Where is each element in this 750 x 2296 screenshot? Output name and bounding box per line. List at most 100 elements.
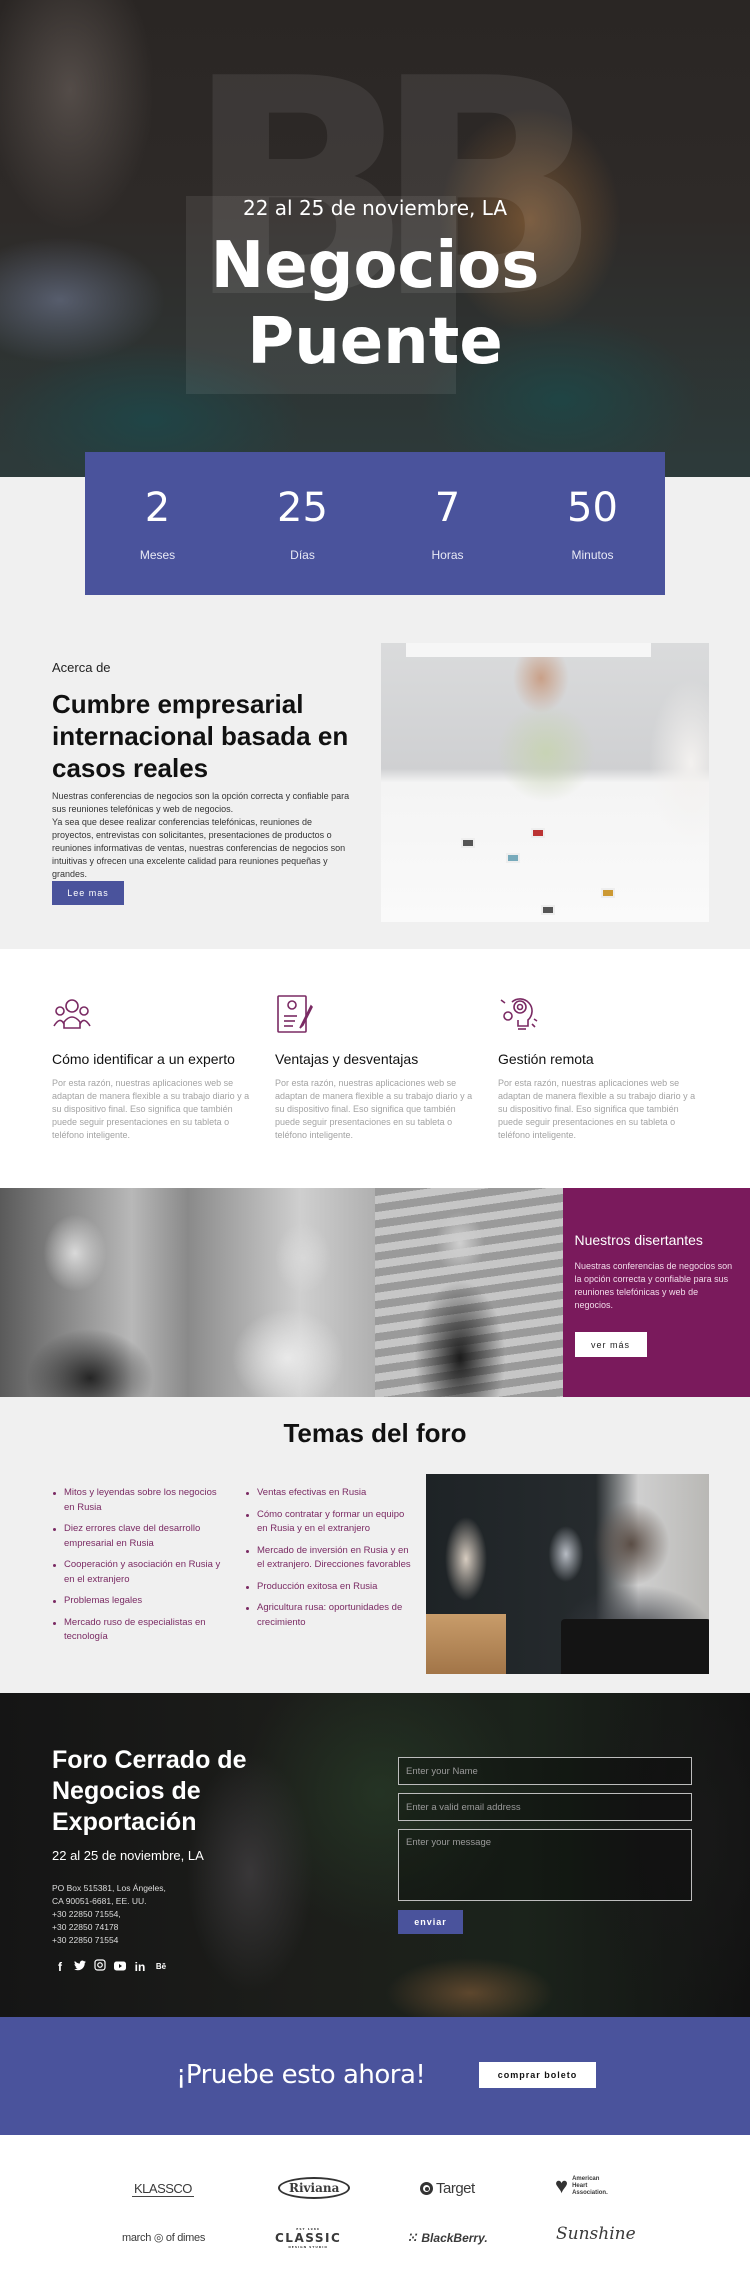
topic-item: Ventas efectivas en Rusia xyxy=(245,1486,415,1501)
topic-item: Problemas legales xyxy=(52,1594,222,1609)
logo-march-of-dimes: march ◎ of dimes xyxy=(122,2232,206,2244)
hero-title-line1: Negocios xyxy=(210,229,540,303)
feature-text: Por esta razón, nuestras aplicaciones we… xyxy=(52,1078,250,1140)
phone-line: +30 22850 74178 xyxy=(52,1922,119,1932)
topics-list-left: Mitos y leyendas sobre los negocios en R… xyxy=(52,1486,222,1652)
countdown-label: Horas xyxy=(431,548,464,562)
email-input[interactable] xyxy=(398,1793,692,1821)
speakers-title: Nuestros disertantes xyxy=(574,1232,703,1248)
countdown-months: 2 Meses xyxy=(85,452,230,595)
logo-riviana: Riviana xyxy=(278,2177,351,2199)
heart-icon: ♥ xyxy=(555,2173,569,2198)
photo-card xyxy=(541,905,555,915)
cta-text: ¡Pruebe esto ahora! xyxy=(176,2060,426,2090)
hero-title: Negocios Puente xyxy=(0,228,750,380)
topics-title: Temas del foro xyxy=(283,1418,467,1448)
topic-item: Mercado de inversión en Rusia y en el ex… xyxy=(245,1544,415,1573)
countdown-value: 25 xyxy=(277,485,328,531)
feature-card: Cómo identificar a un experto Por esta r… xyxy=(52,994,252,1142)
logo-sunshine: Sunshine xyxy=(556,2224,636,2244)
youtube-icon[interactable] xyxy=(114,1960,126,1974)
facebook-icon[interactable]: f xyxy=(54,1960,66,1974)
phone-line: +30 22850 71554 xyxy=(52,1935,119,1945)
countdown-label: Meses xyxy=(139,548,176,562)
topic-item: Producción exitosa en Rusia xyxy=(245,1580,415,1595)
behance-icon[interactable]: Bē xyxy=(154,1962,168,1971)
about-kicker: Acerca de xyxy=(52,660,111,675)
instagram-icon[interactable] xyxy=(94,1959,106,1974)
topic-item: Mitos y leyendas sobre los negocios en R… xyxy=(52,1486,222,1515)
logo-aha-line: Heart xyxy=(572,2182,588,2189)
name-input[interactable] xyxy=(398,1757,692,1785)
resume-icon xyxy=(277,995,313,1033)
photo-card xyxy=(506,853,520,863)
address-line: PO Box 515381, Los Ángeles, xyxy=(52,1883,166,1893)
linkedin-icon[interactable]: in xyxy=(134,1960,146,1974)
twitter-icon[interactable] xyxy=(74,1960,86,1974)
speakers-text: Nuestras conferencias de negocios son la… xyxy=(574,1261,733,1310)
logo-klassco: KLASSCO xyxy=(132,2181,194,2197)
about-text: Nuestras conferencias de negocios son la… xyxy=(52,790,352,881)
feature-title: Gestión remota xyxy=(498,1051,594,1067)
about-title: Cumbre empresarial internacional basada … xyxy=(52,689,349,783)
logo-classic-text: CLASSIC xyxy=(275,2231,342,2245)
feature-text: Por esta razón, nuestras aplicaciones we… xyxy=(275,1078,473,1140)
speaker-photo xyxy=(0,1188,188,1397)
message-input[interactable] xyxy=(398,1829,692,1901)
logo-aha-line: Association. xyxy=(572,2189,608,2196)
logo-classic: EST 1986 CLASSIC DESIGN STUDIO xyxy=(275,2227,341,2249)
contact-title: Foro Cerrado de Negocios de Exportación xyxy=(52,1746,247,1836)
about-photo-meeting xyxy=(381,643,709,922)
send-button[interactable]: enviar xyxy=(398,1910,463,1934)
buy-ticket-button[interactable]: comprar boleto xyxy=(479,2062,596,2088)
photo-whiteboard xyxy=(406,643,651,657)
speakers-section: Nuestros disertantes Nuestras conferenci… xyxy=(0,1188,750,1397)
topic-item: Cómo contratar y formar un equipo en Rus… xyxy=(245,1508,415,1537)
contact-date: 22 al 25 de noviembre, LA xyxy=(52,1848,204,1863)
logo-blackberry: ⁙ BlackBerry. xyxy=(408,2231,488,2245)
topics-photo-presentation xyxy=(426,1474,709,1674)
logo-target-text: Target xyxy=(436,2180,475,2197)
hero-date: 22 al 25 de noviembre, LA xyxy=(242,196,507,220)
countdown-value: 7 xyxy=(434,485,461,531)
speakers-panel: Nuestros disertantes Nuestras conferenci… xyxy=(562,1188,750,1397)
speaker-photo xyxy=(375,1188,563,1397)
feature-title: Ventajas y desventajas xyxy=(275,1051,419,1067)
countdown-minutes: 50 Minutos xyxy=(520,452,665,595)
about-paragraph: Ya sea que desee realizar conferencias t… xyxy=(52,817,346,879)
topic-item: Agricultura rusa: oportunidades de creci… xyxy=(245,1601,415,1630)
team-icon xyxy=(53,999,91,1029)
feature-text: Por esta razón, nuestras aplicaciones we… xyxy=(498,1078,696,1140)
topic-item: Mercado ruso de especialistas en tecnolo… xyxy=(52,1616,222,1645)
logo-aha-text: American Heart Association. xyxy=(572,2176,608,2197)
logo-target: Target xyxy=(420,2180,475,2197)
photo-card xyxy=(461,838,475,848)
target-icon xyxy=(420,2182,433,2195)
countdown-hours: 7 Horas xyxy=(375,452,520,595)
topic-item: Diez errores clave del desarrollo empres… xyxy=(52,1522,222,1551)
countdown-label: Días xyxy=(290,548,315,562)
countdown-value: 50 xyxy=(567,485,618,531)
speaker-photo xyxy=(187,1188,375,1397)
read-more-button[interactable]: Lee mas xyxy=(52,881,124,905)
topics-list-right: Ventas efectivas en Rusia Cómo contratar… xyxy=(245,1486,415,1637)
social-links: f in Bē xyxy=(54,1959,168,1974)
topic-item: Cooperación y asociación en Rusia y en e… xyxy=(52,1558,222,1587)
logo-aha-line: American xyxy=(572,2175,600,2182)
feature-card: Gestión remota Por esta razón, nuestras … xyxy=(498,994,698,1142)
see-more-button[interactable]: ver más xyxy=(574,1332,647,1357)
photo-card xyxy=(531,828,545,838)
hero-title-line2: Puente xyxy=(247,305,503,379)
logo-classic-bottom: DESIGN STUDIO xyxy=(288,2245,328,2249)
phone-line: +30 22850 71554, xyxy=(52,1909,121,1919)
logo-american-heart-association: ♥ American Heart Association. xyxy=(555,2175,608,2197)
feature-card: Ventajas y desventajas Por esta razón, n… xyxy=(275,994,475,1142)
contact-address: PO Box 515381, Los Ángeles, CA 90051-668… xyxy=(52,1882,166,1947)
countdown-label: Minutos xyxy=(571,548,614,562)
countdown-days: 25 Días xyxy=(230,452,375,595)
photo-card xyxy=(601,888,615,898)
gear-bulb-icon xyxy=(500,998,538,1030)
about-paragraph: Nuestras conferencias de negocios son la… xyxy=(52,791,350,814)
feature-title: Cómo identificar a un experto xyxy=(52,1051,235,1067)
address-line: CA 90051-6681, EE. UU. xyxy=(52,1896,147,1906)
